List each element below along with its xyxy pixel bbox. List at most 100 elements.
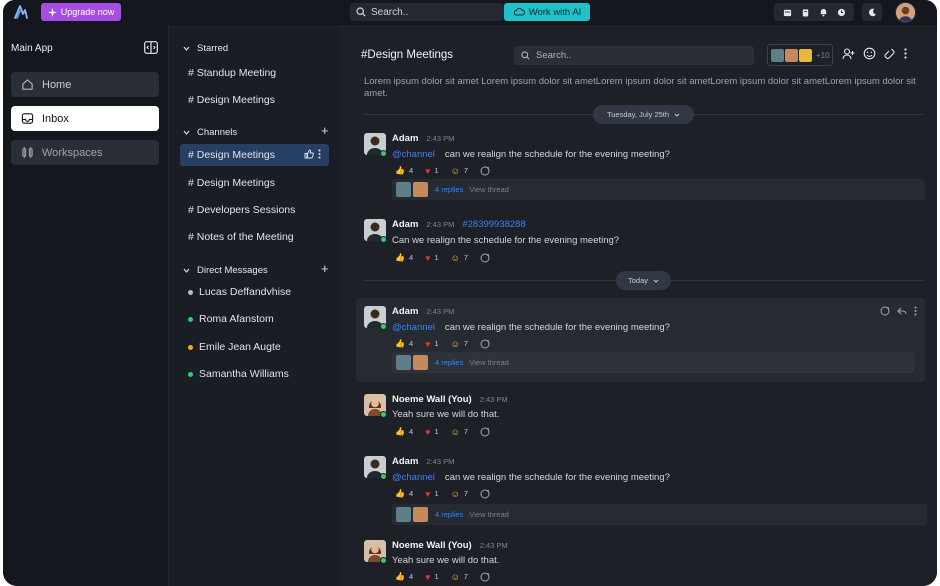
- global-search-input[interactable]: Search..: [350, 3, 504, 21]
- message-item[interactable]: Noeme Wall (You) 2:43 PM Yeah sure we wil…: [364, 394, 934, 442]
- reaction-heart[interactable]: ♥ 1: [422, 425, 442, 438]
- reply-icon[interactable]: [897, 306, 907, 316]
- reaction-thumbs-up[interactable]: 👍 4: [392, 570, 416, 583]
- reaction-thumbs-up[interactable]: 👍 4: [392, 164, 416, 177]
- reaction-heart[interactable]: ♥ 1: [422, 570, 442, 583]
- channel-item-active[interactable]: # Design Meetings: [180, 144, 329, 166]
- starred-section-header[interactable]: Starred: [183, 43, 228, 54]
- online-status-dot: [380, 323, 387, 330]
- reference-tag-link[interactable]: #28399938288: [462, 219, 525, 230]
- reaction-thumbs-up[interactable]: 👍 4: [392, 487, 416, 500]
- sidebar-toggle-icon[interactable]: [144, 41, 158, 54]
- starred-channel-item[interactable]: # Standup Meeting: [180, 62, 329, 84]
- thumbs-up-icon[interactable]: [304, 149, 314, 159]
- dm-item[interactable]: Roma Afanstom: [180, 308, 329, 330]
- message-author[interactable]: Adam 2:43 PM: [392, 456, 454, 467]
- dm-item[interactable]: Emile Jean Augte: [180, 336, 329, 358]
- channels-section-header[interactable]: Channels: [183, 127, 237, 138]
- dm-item[interactable]: Lucas Deffandvhise: [180, 281, 329, 303]
- reaction-smile[interactable]: ☺ 7: [448, 425, 471, 438]
- upgrade-button[interactable]: Upgrade now: [41, 3, 121, 21]
- clipboard-icon[interactable]: [801, 8, 810, 17]
- channel-item[interactable]: # Notes of the Meeting: [180, 226, 329, 248]
- channel-label: # Standup Meeting: [188, 67, 277, 79]
- thread-avatar: [396, 507, 411, 522]
- status-dot: [188, 371, 193, 377]
- add-channel-button[interactable]: +: [321, 123, 329, 138]
- members-button[interactable]: +10: [767, 44, 833, 66]
- app-logo-icon[interactable]: [13, 4, 29, 20]
- view-thread-link[interactable]: View thread: [469, 510, 508, 519]
- app-window: Upgrade now Search.. Work with AI Main A…: [3, 0, 937, 586]
- message-author[interactable]: Adam 2:43 PM: [392, 133, 454, 144]
- work-with-ai-button[interactable]: Work with AI: [504, 3, 590, 21]
- message-author[interactable]: Noeme Wall (You) 2:43 PM: [392, 394, 508, 405]
- thread-preview[interactable]: 4 replies View thread: [392, 504, 927, 525]
- view-thread-link[interactable]: View thread: [469, 358, 508, 367]
- reaction-smile[interactable]: ☺ 7: [448, 487, 471, 500]
- thread-preview[interactable]: 4 replies View thread: [392, 179, 925, 200]
- date-separator-pill[interactable]: Today: [616, 271, 671, 290]
- add-dm-button[interactable]: +: [321, 261, 329, 276]
- thread-replies[interactable]: 4 replies: [435, 185, 463, 194]
- bell-icon[interactable]: [819, 8, 828, 17]
- reaction-heart[interactable]: ♥ 1: [422, 251, 442, 264]
- link-icon[interactable]: [884, 47, 896, 60]
- thread-preview[interactable]: 4 replies View thread: [392, 352, 914, 373]
- reaction-smile[interactable]: ☺ 7: [448, 337, 471, 350]
- channel-item[interactable]: # Design Meetings: [180, 172, 329, 194]
- reaction-smile[interactable]: ☺ 7: [448, 570, 471, 583]
- clock-icon[interactable]: [837, 8, 846, 17]
- add-emoji-icon[interactable]: [880, 306, 890, 316]
- reaction-heart[interactable]: ♥ 1: [422, 487, 442, 500]
- message-item[interactable]: Adam 2:43 PM #28399938288 Can we realign t…: [364, 219, 934, 269]
- view-thread-link[interactable]: View thread: [469, 185, 508, 194]
- main-sidebar: Main App Home Inbox Workspaces: [3, 25, 169, 586]
- mention-link[interactable]: @channel: [392, 322, 435, 333]
- message-item-hovered[interactable]: Adam 2:43 PM @channel can we realign the s…: [356, 298, 925, 382]
- more-vertical-icon[interactable]: [914, 306, 917, 316]
- message-author[interactable]: Adam 2:43 PM #28399938288: [392, 219, 526, 230]
- channel-item[interactable]: # Developers Sessions: [180, 199, 329, 221]
- mention-link[interactable]: @channel: [392, 472, 435, 483]
- starred-channel-item[interactable]: # Design Meetings: [180, 89, 329, 111]
- reaction-heart[interactable]: ♥ 1: [422, 164, 442, 177]
- nav-item-workspaces[interactable]: Workspaces: [11, 140, 159, 165]
- add-reaction-button[interactable]: [477, 425, 493, 438]
- thread-replies[interactable]: 4 replies: [435, 510, 463, 519]
- calendar-icon[interactable]: [783, 8, 792, 17]
- message-item[interactable]: Adam 2:43 PM @channel can we realign the s…: [364, 133, 934, 203]
- add-reaction-button[interactable]: [477, 337, 493, 350]
- reaction-thumbs-up[interactable]: 👍 4: [392, 337, 416, 350]
- message-item[interactable]: Noeme Wall (You) 2:43 PM Yeah sure we wil…: [364, 540, 934, 586]
- reaction-thumbs-up[interactable]: 👍 4: [392, 425, 416, 438]
- message-author[interactable]: Noeme Wall (You) 2:43 PM: [392, 540, 508, 551]
- message-item[interactable]: Adam 2:43 PM @channel can we realign the s…: [364, 456, 934, 526]
- add-user-icon[interactable]: [842, 47, 855, 60]
- add-reaction-button[interactable]: [477, 487, 493, 500]
- reaction-heart[interactable]: ♥ 1: [422, 337, 442, 350]
- mention-link[interactable]: @channel: [392, 149, 435, 160]
- user-avatar[interactable]: [895, 2, 916, 23]
- more-vertical-icon[interactable]: [318, 149, 321, 159]
- reaction-smile[interactable]: ☺ 7: [448, 251, 471, 264]
- emoji-icon[interactable]: [863, 47, 876, 60]
- add-reaction-button[interactable]: [477, 570, 493, 583]
- add-reaction-button[interactable]: [477, 251, 493, 264]
- reaction-thumbs-up[interactable]: 👍 4: [392, 251, 416, 264]
- thread-replies[interactable]: 4 replies: [435, 358, 463, 367]
- direct-messages-section-header[interactable]: Direct Messages: [183, 265, 268, 276]
- chevron-down-icon: [183, 268, 190, 273]
- message-author[interactable]: Adam 2:43 PM: [392, 306, 454, 317]
- chevron-down-icon: [653, 279, 659, 283]
- theme-toggle-button[interactable]: [862, 3, 882, 21]
- reaction-smile[interactable]: ☺ 7: [448, 164, 471, 177]
- status-dot: [188, 316, 193, 322]
- more-vertical-icon[interactable]: [904, 48, 907, 59]
- date-separator-pill[interactable]: Tuesday, July 25th: [593, 105, 694, 124]
- channel-search-input[interactable]: Search..: [514, 46, 754, 65]
- add-reaction-button[interactable]: [477, 164, 493, 177]
- dm-item[interactable]: Samantha Williams: [180, 363, 329, 385]
- nav-item-home[interactable]: Home: [11, 72, 159, 97]
- nav-item-inbox[interactable]: Inbox: [11, 106, 159, 131]
